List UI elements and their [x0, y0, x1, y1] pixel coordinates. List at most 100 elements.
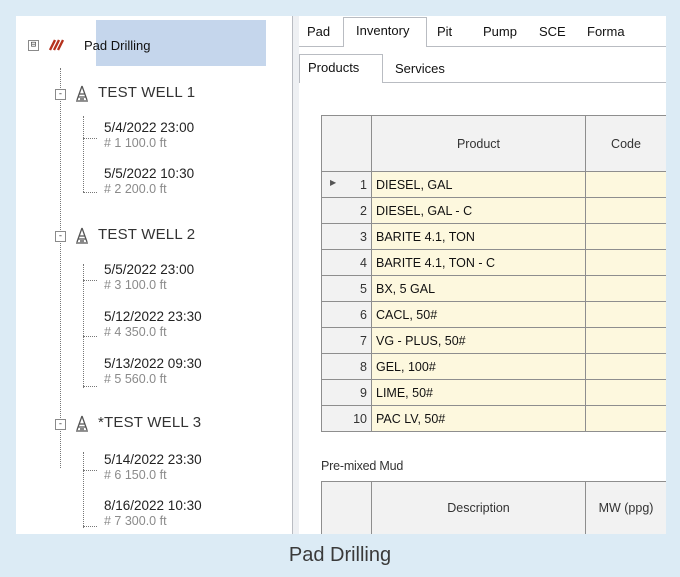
table-row[interactable]: 2 DIESEL, GAL - C [321, 197, 666, 224]
code-cell[interactable] [585, 223, 666, 250]
code-cell[interactable] [585, 405, 666, 432]
product-cell[interactable]: CACL, 50# [371, 301, 586, 328]
tree-connector [83, 138, 97, 139]
row-number-label: 1 [360, 177, 367, 192]
row-number-label: 4 [360, 255, 367, 270]
tab-inventory[interactable]: Inventory [343, 17, 427, 47]
tree-entry[interactable]: 8/16/2022 10:30 # 7 300.0 ft [104, 498, 202, 528]
entry-date: 8/16/2022 10:30 [104, 498, 202, 513]
table-header-row: Description MW (ppg) [321, 481, 666, 534]
code-cell[interactable] [585, 379, 666, 406]
code-cell[interactable] [585, 327, 666, 354]
row-number-label: 3 [360, 229, 367, 244]
detail-panel: Pad Inventory Pit Pump SCE Forma Product… [299, 16, 666, 534]
tab-formation[interactable]: Forma [579, 19, 666, 45]
row-number[interactable]: 10 [321, 405, 372, 432]
entry-date: 5/5/2022 10:30 [104, 166, 195, 181]
main-tabs: Pad Inventory Pit Pump SCE Forma [299, 16, 666, 47]
code-cell[interactable] [585, 197, 666, 224]
tree-connector [83, 192, 97, 193]
code-cell[interactable] [585, 171, 666, 198]
tree-entry[interactable]: 5/14/2022 23:30 # 6 150.0 ft [104, 452, 202, 482]
row-number[interactable]: 8 [321, 353, 372, 380]
tree-root-label: Pad Drilling [84, 38, 151, 53]
table-row[interactable]: 7 VG - PLUS, 50# [321, 327, 666, 354]
row-number-label: 5 [360, 281, 367, 296]
row-number[interactable]: ▶ 1 [321, 171, 372, 198]
column-header-product[interactable]: Product [371, 115, 586, 172]
column-header-mw[interactable]: MW (ppg) [585, 481, 666, 534]
subtab-services[interactable]: Services [387, 56, 467, 81]
table-row[interactable]: 3 BARITE 4.1, TON [321, 223, 666, 250]
tree-connector [83, 386, 97, 387]
well-label: TEST WELL 2 [98, 226, 196, 243]
tree-well-1[interactable]: - TEST WELL 1 [16, 84, 296, 104]
tree-well-2[interactable]: - TEST WELL 2 [16, 226, 296, 246]
tree-entry[interactable]: 5/5/2022 10:30 # 2 200.0 ft [104, 166, 194, 196]
entry-detail: # 2 200.0 ft [104, 182, 167, 196]
code-cell[interactable] [585, 301, 666, 328]
table-row[interactable]: 4 BARITE 4.1, TON - C [321, 249, 666, 276]
row-number[interactable]: 4 [321, 249, 372, 276]
product-cell[interactable]: DIESEL, GAL - C [371, 197, 586, 224]
tree-connector [83, 264, 84, 388]
table-row[interactable]: 6 CACL, 50# [321, 301, 666, 328]
tree-connector [83, 452, 84, 528]
row-number[interactable]: 2 [321, 197, 372, 224]
code-cell[interactable] [585, 353, 666, 380]
product-cell[interactable]: VG - PLUS, 50# [371, 327, 586, 354]
tree-entry[interactable]: 5/5/2022 23:00 # 3 100.0 ft [104, 262, 194, 292]
expand-icon[interactable]: - [55, 419, 66, 430]
tab-pad[interactable]: Pad [299, 19, 343, 45]
product-cell[interactable]: BX, 5 GAL [371, 275, 586, 302]
table-row[interactable]: ▶ 1 DIESEL, GAL [321, 171, 666, 198]
app-window: ⊟ Pad Drilling - TEST WELL 1 5/4/2022 23… [16, 16, 666, 534]
tree-well-3[interactable]: - *TEST WELL 3 [16, 414, 296, 434]
collapse-icon[interactable]: ⊟ [28, 40, 39, 51]
product-cell[interactable]: BARITE 4.1, TON - C [371, 249, 586, 276]
entry-date: 5/12/2022 23:30 [104, 309, 202, 324]
row-number[interactable]: 9 [321, 379, 372, 406]
row-number-label: 8 [360, 359, 367, 374]
entry-date: 5/13/2022 09:30 [104, 356, 202, 371]
code-cell[interactable] [585, 275, 666, 302]
tree-entry[interactable]: 5/13/2022 09:30 # 5 560.0 ft [104, 356, 202, 386]
expand-icon[interactable]: - [55, 89, 66, 100]
tree-entry[interactable]: 5/4/2022 23:00 # 1 100.0 ft [104, 120, 194, 150]
code-cell[interactable] [585, 249, 666, 276]
row-header-corner [321, 481, 372, 534]
subtab-products[interactable]: Products [299, 54, 383, 83]
tree-root-pad-drilling[interactable]: ⊟ Pad Drilling [16, 20, 282, 66]
column-header-code[interactable]: Code [585, 115, 666, 172]
table-row[interactable]: 5 BX, 5 GAL [321, 275, 666, 302]
row-number[interactable]: 3 [321, 223, 372, 250]
tree-connector [83, 470, 97, 471]
entry-detail: # 1 100.0 ft [104, 136, 167, 150]
row-number[interactable]: 7 [321, 327, 372, 354]
tab-sce[interactable]: SCE [531, 19, 579, 45]
table-row[interactable]: 10 PAC LV, 50# [321, 405, 666, 432]
premixed-mud-label: Pre-mixed Mud [321, 459, 404, 473]
tree-entry[interactable]: 5/12/2022 23:30 # 4 350.0 ft [104, 309, 202, 339]
row-header-corner [321, 115, 372, 172]
tab-pump[interactable]: Pump [475, 19, 531, 45]
product-cell[interactable]: GEL, 100# [371, 353, 586, 380]
well-label: TEST WELL 1 [98, 84, 196, 101]
column-header-description[interactable]: Description [371, 481, 586, 534]
tree-connector [60, 68, 61, 468]
row-number[interactable]: 5 [321, 275, 372, 302]
entry-date: 5/4/2022 23:00 [104, 120, 195, 135]
row-number[interactable]: 6 [321, 301, 372, 328]
product-cell[interactable]: LIME, 50# [371, 379, 586, 406]
table-row[interactable]: 9 LIME, 50# [321, 379, 666, 406]
expand-icon[interactable]: - [55, 231, 66, 242]
premixed-mud-table: Description MW (ppg) [321, 481, 666, 534]
row-number-label: 2 [360, 203, 367, 218]
table-row[interactable]: 8 GEL, 100# [321, 353, 666, 380]
product-cell[interactable]: DIESEL, GAL [371, 171, 586, 198]
table-header-row: Product Code [321, 115, 666, 172]
tab-pit[interactable]: Pit [429, 19, 475, 45]
product-cell[interactable]: PAC LV, 50# [371, 405, 586, 432]
entry-date: 5/14/2022 23:30 [104, 452, 202, 467]
product-cell[interactable]: BARITE 4.1, TON [371, 223, 586, 250]
